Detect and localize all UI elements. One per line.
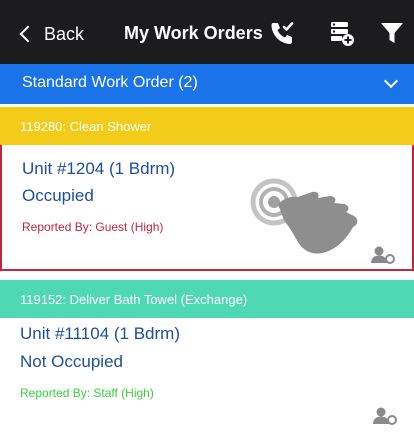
occupancy-status: Occupied — [22, 186, 94, 205]
work-order-header[interactable]: 119280: Clean Shower — [0, 107, 414, 145]
reported-by: Reported By: Staff (High) — [20, 386, 154, 400]
work-order-title: 119280: Clean Shower — [20, 119, 152, 134]
chevron-down-icon — [383, 73, 399, 89]
unit-label: Unit #11104 (1 Bdrm) — [20, 324, 180, 343]
unit-label: Unit #1204 (1 Bdrm) — [22, 159, 176, 178]
work-order-card[interactable]: Unit #1204 (1 Bdrm) Occupied Reported By… — [0, 145, 414, 271]
navigation-bar: Back My Work Orders — [0, 0, 414, 64]
app-screen: Back My Work Orders Standard Work Order … — [0, 0, 414, 441]
assign-user-icon[interactable] — [370, 245, 396, 265]
back-label: Back — [44, 23, 85, 44]
occupancy-status: Not Occupied — [20, 352, 123, 371]
reported-by: Reported By: Guest (High) — [22, 220, 164, 234]
page-title: My Work Orders — [124, 23, 263, 43]
work-order-title: 119152: Deliver Bath Towel (Exchange) — [20, 292, 248, 307]
chevron-left-icon — [19, 25, 37, 43]
back-button[interactable]: Back — [18, 21, 84, 47]
group-label: Standard Work Order (2) — [22, 74, 198, 91]
standard-work-order-group-header[interactable]: Standard Work Order (2) — [0, 64, 414, 104]
filter-icon[interactable] — [377, 18, 407, 48]
work-order-header[interactable]: 119152: Deliver Bath Towel (Exchange) — [0, 280, 414, 318]
server-add-icon[interactable] — [326, 18, 356, 48]
work-order-card[interactable]: Unit #11104 (1 Bdrm) Not Occupied Report… — [0, 318, 414, 441]
assign-user-icon[interactable] — [372, 406, 398, 426]
phone-checkmark-icon[interactable] — [267, 18, 297, 48]
